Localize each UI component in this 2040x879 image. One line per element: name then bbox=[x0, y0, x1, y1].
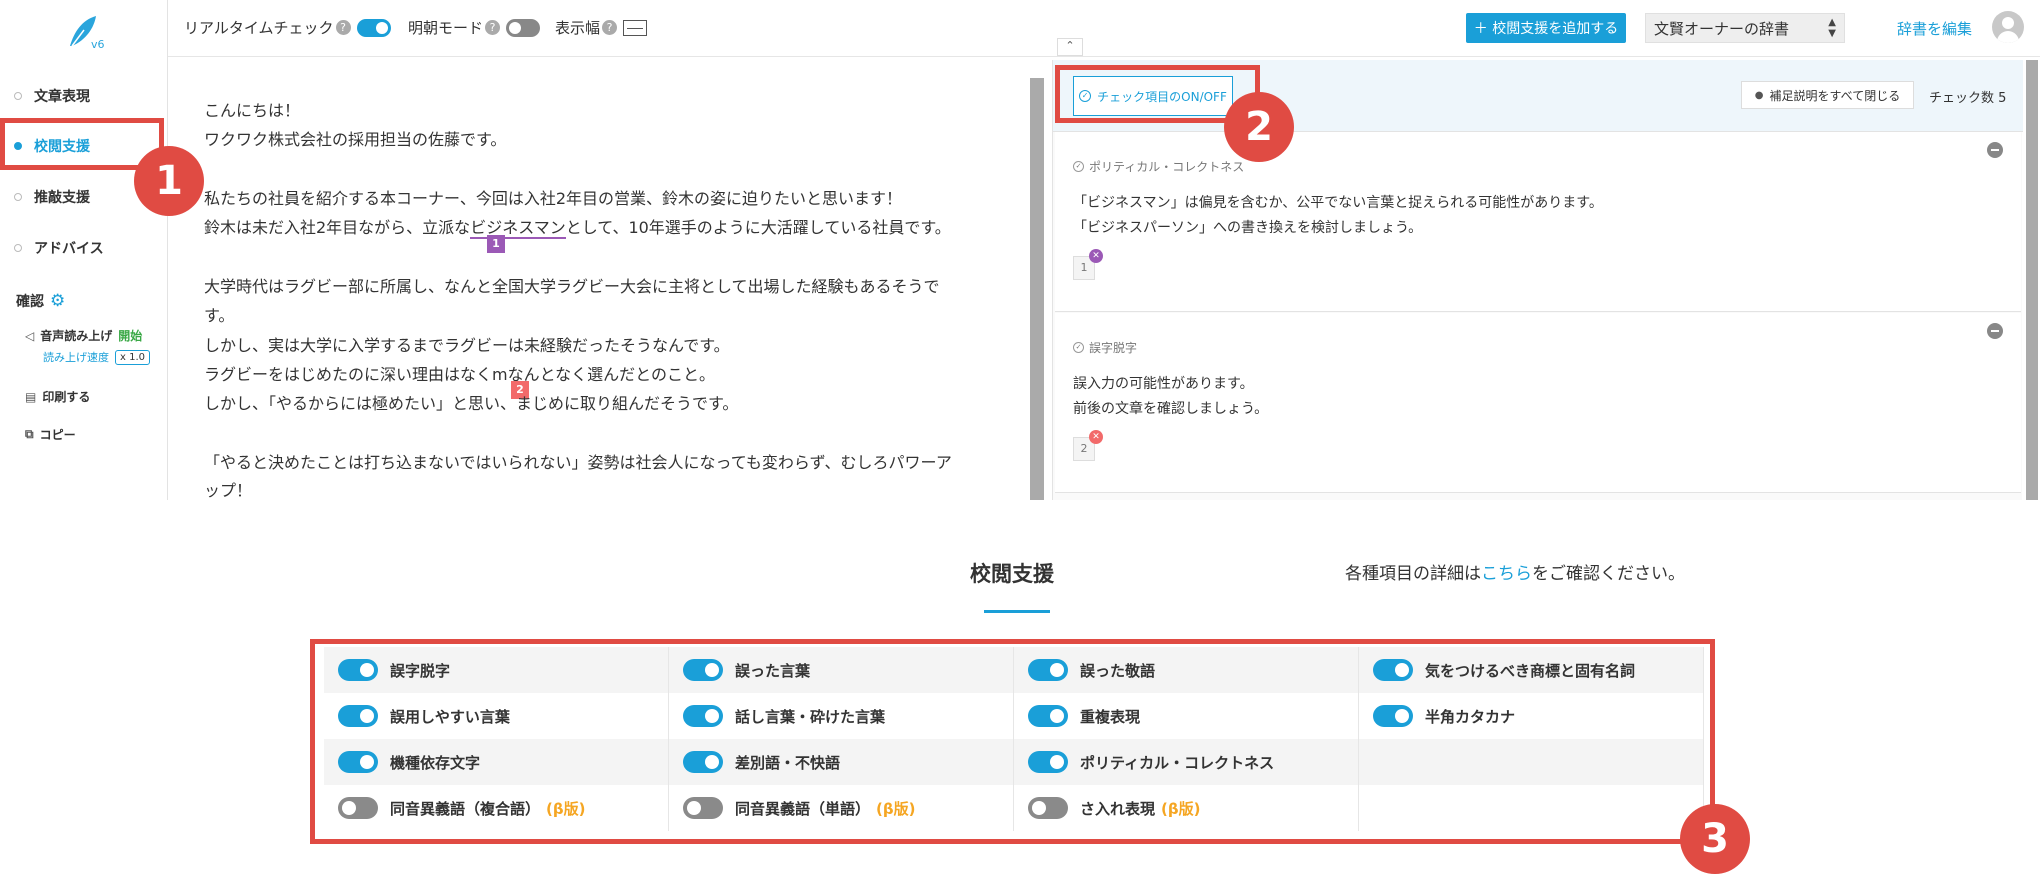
sidebar-item-label: アドバイス bbox=[34, 241, 104, 257]
sidebar-item-label: 推敲支援 bbox=[34, 190, 90, 206]
print-label: 印刷する bbox=[42, 390, 91, 404]
realtime-check-label: リアルタイムチェック bbox=[184, 19, 334, 37]
confirm-section: 確認 ⚙ bbox=[16, 291, 65, 311]
sidebar-item-advice[interactable]: アドバイス bbox=[14, 238, 104, 258]
editor-line: ワクワク株式会社の採用担当の佐藤です。 bbox=[204, 130, 507, 149]
result-category: ✓ ポリティカル・コレクトネス bbox=[1073, 158, 1244, 175]
radio-dot-icon bbox=[14, 193, 22, 201]
check-count-label: チェック数 bbox=[1929, 91, 1995, 106]
dictionary-select[interactable]: 文賢オーナーの辞書 ▲ ▼ bbox=[1645, 13, 1845, 43]
check-circle-icon: ✓ bbox=[1073, 342, 1084, 353]
result-message: 前後の文章を確認しましょう。 bbox=[1073, 401, 1269, 417]
display-width-icon[interactable] bbox=[623, 19, 648, 36]
sidebar-item-label: 文章表現 bbox=[34, 89, 90, 105]
editor-line: しかし、実は大学に入学するまでラグビーは未経験だったそうなんです。 bbox=[204, 336, 730, 355]
highlight-box-3 bbox=[310, 639, 1715, 844]
speaker-icon: ◁ bbox=[25, 328, 35, 343]
check-circle-icon: ✓ bbox=[1073, 161, 1084, 172]
collapse-minus-icon[interactable] bbox=[1987, 142, 2003, 158]
check-count-value: 5 bbox=[1998, 91, 2007, 106]
editor-line: しかし、「やるからには極めたい」と思い、まじめに取り組んだそうです。 bbox=[204, 394, 739, 413]
result-message: 「ビジネスマン」は偏見を含むか、公平でない言葉と捉えられる可能性があります。 bbox=[1073, 195, 1603, 211]
flagged-word[interactable]: ビジネスマン bbox=[470, 218, 566, 239]
screenshot-root: v6 文章表現 校閲支援 推敲支援 アドバイス 確認 ⚙ ◁ 音声読み上げ 開始… bbox=[0, 0, 2040, 879]
editor-line-flagged: 鈴木は未だ入社2年目ながら、立派なビジネスマンとして、10年選手のように大活躍し… bbox=[204, 214, 951, 239]
read-speed-row: 読み上げ速度 x 1.0 bbox=[43, 349, 150, 365]
editor-text: として、10年選手のように大活躍している社員です。 bbox=[565, 218, 951, 237]
settings-note: 各種項目の詳細はこちらをご確認ください。 bbox=[1345, 559, 1685, 584]
radio-dot-icon bbox=[14, 92, 22, 100]
editor-text: 鈴木は未だ入社2年目ながら、立派な bbox=[204, 218, 471, 237]
editor-line: 私たちの社員を紹介する本コーナー、今回は入社2年目の営業、鈴木の姿に迫りたいと思… bbox=[204, 189, 903, 208]
radio-dot-icon bbox=[14, 244, 22, 252]
help-icon[interactable]: ? bbox=[485, 20, 501, 35]
read-speed-selector[interactable]: x 1.0 bbox=[115, 349, 150, 365]
sidebar-item-refine[interactable]: 推敲支援 bbox=[14, 187, 90, 207]
mincho-mode-toggle[interactable] bbox=[506, 18, 541, 37]
realtime-check-toggle[interactable] bbox=[356, 18, 391, 37]
edit-dictionary-link[interactable]: 辞書を編集 bbox=[1897, 18, 1972, 39]
add-proofread-button[interactable]: ＋ 校閲支援を追加する bbox=[1466, 13, 1626, 43]
editor-line: 大学時代はラグビー部に所属し、なんと全国大学ラグビー大会に主将として出場した経験… bbox=[204, 277, 940, 296]
annotation-badge-2: 2 bbox=[1224, 92, 1294, 162]
copy-icon: ⧉ bbox=[25, 427, 34, 441]
read-speed-label: 読み上げ速度 bbox=[43, 351, 109, 364]
editor-app: v6 文章表現 校閲支援 推敲支援 アドバイス 確認 ⚙ ◁ 音声読み上げ 開始… bbox=[0, 0, 2040, 500]
check-count: チェック数 5 bbox=[1929, 87, 2006, 106]
result-category: ✓ 誤字脱字 bbox=[1073, 339, 1137, 356]
category-label: ポリティカル・コレクトネス bbox=[1089, 160, 1245, 174]
printer-icon: ▤ bbox=[25, 389, 37, 404]
editor-line: す。 bbox=[204, 306, 235, 325]
collapse-chevron-icon[interactable]: ⌃ bbox=[1057, 38, 1083, 56]
user-avatar-icon[interactable] bbox=[1992, 11, 2024, 43]
app-version: v6 bbox=[91, 38, 105, 51]
read-aloud-start-button[interactable]: 開始 bbox=[118, 327, 142, 344]
text-editor[interactable]: こんにちは！ ワクワク株式会社の採用担当の佐藤です。 私たちの社員を紹介する本コ… bbox=[168, 57, 1030, 500]
flag-marker-1[interactable]: 1 bbox=[487, 235, 505, 253]
result-card[interactable]: ✓ ポリティカル・コレクトネス 「ビジネスマン」は偏見を含むか、公平でない言葉と… bbox=[1055, 132, 2021, 312]
note-suffix: をご確認ください。 bbox=[1532, 564, 1685, 584]
help-icon[interactable]: ? bbox=[335, 20, 351, 35]
realtime-check-control: リアルタイムチェック ? bbox=[184, 17, 391, 38]
results-scrollbar[interactable] bbox=[2026, 60, 2038, 500]
editor-scrollbar[interactable] bbox=[1030, 78, 1044, 500]
result-card[interactable]: ✓ 誤字脱字 誤入力の可能性があります。 前後の文章を確認しましょう。 2 ✕ bbox=[1055, 313, 2021, 493]
copy-label: コピー bbox=[39, 428, 76, 442]
display-width-label: 表示幅 bbox=[555, 19, 601, 37]
editor-line: 「やると決めたことは打ち込まないではいられない」姿勢は社会人になっても変わらず、… bbox=[204, 453, 952, 472]
collapse-minus-icon[interactable] bbox=[1987, 323, 2003, 339]
check-results-panel: ✓ チェック項目のON/OFF ● 補足説明をすべて閉じる チェック数 5 ✓ … bbox=[1052, 60, 2023, 500]
sidebar: v6 文章表現 校閲支援 推敲支援 アドバイス 確認 ⚙ ◁ 音声読み上げ 開始… bbox=[0, 0, 168, 500]
result-message: 誤入力の可能性があります。 bbox=[1073, 376, 1254, 392]
annotation-badge-3: 3 bbox=[1680, 804, 1750, 874]
sidebar-item-writing[interactable]: 文章表現 bbox=[14, 86, 90, 106]
mincho-mode-label: 明朝モード bbox=[408, 19, 484, 37]
copy-button[interactable]: ⧉ コピー bbox=[25, 426, 76, 443]
read-aloud-row: ◁ 音声読み上げ 開始 bbox=[25, 327, 142, 344]
mincho-mode-control: 明朝モード ? bbox=[408, 17, 541, 38]
gear-icon[interactable]: ⚙ bbox=[50, 291, 65, 311]
lightbulb-icon: ● bbox=[1754, 89, 1764, 101]
annotation-badge-1: 1 bbox=[134, 146, 204, 216]
editor-line: こんにちは！ bbox=[204, 101, 301, 120]
settings-title: 校閲支援 bbox=[970, 562, 1054, 586]
title-underline bbox=[984, 610, 1050, 613]
result-message: 「ビジネスパーソン」への書き換えを検討しましょう。 bbox=[1073, 220, 1423, 236]
display-width-control: 表示幅 ? bbox=[555, 17, 648, 38]
close-all-label: 補足説明をすべて閉じる bbox=[1769, 88, 1901, 103]
dismiss-x-icon[interactable]: ✕ bbox=[1089, 249, 1103, 263]
note-prefix: 各種項目の詳細は bbox=[1345, 564, 1481, 584]
print-button[interactable]: ▤ 印刷する bbox=[25, 388, 90, 405]
confirm-label: 確認 bbox=[16, 294, 44, 310]
editor-line: ラグビーをはじめたのに深い理由はなくmなんとなく選んだとのこと。 bbox=[204, 365, 715, 384]
editor-line: ップ！ bbox=[204, 481, 253, 500]
category-label: 誤字脱字 bbox=[1089, 341, 1138, 355]
help-icon[interactable]: ? bbox=[602, 20, 618, 35]
close-all-notes-button[interactable]: ● 補足説明をすべて閉じる bbox=[1741, 81, 1914, 109]
dismiss-x-icon[interactable]: ✕ bbox=[1089, 430, 1103, 444]
select-arrows-icon: ▲ ▼ bbox=[1828, 17, 1836, 39]
details-link[interactable]: こちら bbox=[1481, 564, 1532, 584]
dictionary-selected-value: 文賢オーナーの辞書 bbox=[1654, 19, 1790, 38]
read-aloud-label: 音声読み上げ bbox=[40, 329, 113, 343]
